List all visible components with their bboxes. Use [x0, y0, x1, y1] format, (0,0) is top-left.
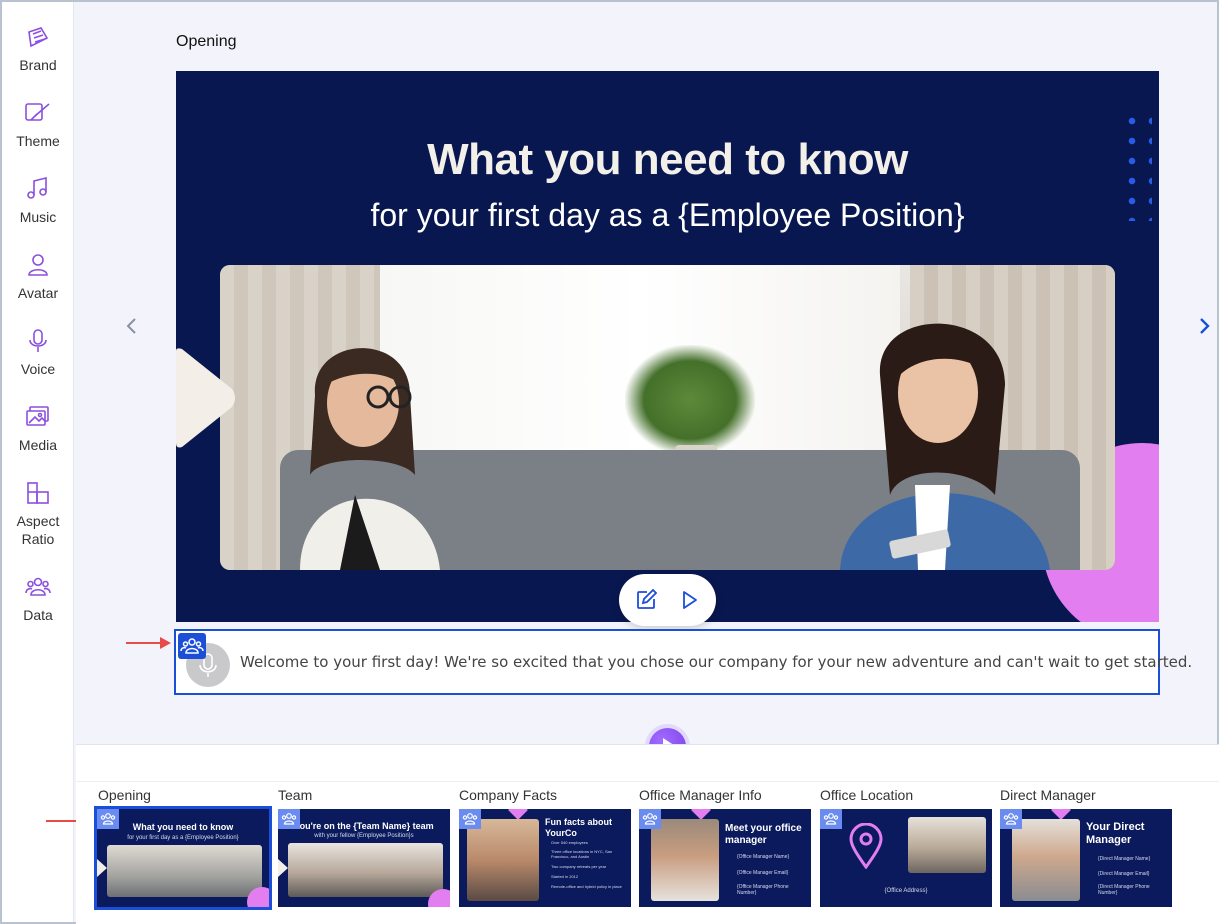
scene-thumbnail-opening[interactable]: What you need to know for your first day…	[94, 806, 272, 910]
data-icon	[25, 577, 51, 596]
sidebar-item-label: Brand	[19, 57, 57, 73]
brand-icon	[28, 27, 49, 48]
media-icon	[26, 406, 49, 426]
thumb-list-item: Over 540 employees	[551, 840, 588, 845]
thumb-list-item: {Office Manager Email}	[737, 870, 789, 876]
thumb-list-item: {Office Manager Name}	[737, 854, 790, 860]
sidebar-item-theme[interactable]: Theme	[2, 100, 74, 150]
data-icon	[180, 638, 204, 654]
sidebar-item-label: Avatar	[17, 285, 59, 301]
location-pin-icon	[849, 823, 883, 869]
data-icon	[823, 813, 839, 825]
slide-photo[interactable]	[220, 265, 1115, 570]
data-icon	[100, 813, 116, 825]
sidebar-item-label: Data	[23, 607, 53, 623]
data-icon	[642, 813, 658, 825]
scene-thumbnail-team[interactable]: You're on the {Team Name} team with your…	[278, 809, 450, 907]
thumb-data-badge	[820, 809, 842, 829]
sidebar-item-voice[interactable]: Voice	[2, 328, 74, 378]
scene-label-team: Team	[278, 787, 313, 803]
thumb-list-item: {Direct Manager Name}	[1098, 856, 1151, 862]
thumb-list-item: {Office Manager Phone Number}	[737, 884, 789, 896]
thumb-list-item: Remote-office and hybrid policy in place	[551, 884, 622, 889]
scene-label-office-manager-info: Office Manager Info	[639, 787, 762, 803]
sidebar-item-label: Music	[19, 209, 57, 225]
thumb-list-item: {Direct Manager Phone Number}	[1098, 884, 1150, 896]
slide-heading[interactable]: What you need to know	[176, 135, 1159, 185]
photo-person-right	[840, 323, 1050, 570]
sidebar-item-media[interactable]: Media	[2, 404, 74, 454]
photo-plant	[625, 345, 755, 455]
sidebar-item-label: Aspect Ratio	[16, 513, 60, 547]
scene-label-direct-manager: Direct Manager	[1000, 787, 1096, 803]
data-icon	[281, 813, 297, 825]
theme-icon	[25, 103, 50, 121]
thumb-list-item: {Direct Manager Email}	[1098, 871, 1150, 877]
data-icon	[462, 813, 478, 825]
thumb-title: What you need to know	[132, 822, 234, 832]
sidebar-item-data[interactable]: Data	[2, 574, 74, 624]
thumb-title: Meet your office manager	[725, 823, 802, 846]
sidebar: Brand Theme Music Avatar Voice Media Asp…	[2, 2, 74, 922]
script-editor[interactable]: Welcome to your first day! We're so exci…	[174, 629, 1192, 695]
annotation-arrow-icon	[126, 637, 171, 649]
thumb-data-badge	[278, 809, 300, 829]
voice-icon	[29, 329, 47, 352]
thumb-photo	[651, 819, 719, 901]
scene-thumbnail-direct-manager[interactable]: Your Direct Manager {Direct Manager Name…	[1000, 809, 1172, 907]
thumb-data-badge	[639, 809, 661, 829]
thumb-title: Your Direct Manager	[1086, 821, 1145, 846]
scene-title: Opening	[176, 33, 237, 50]
sidebar-item-label: Theme	[16, 133, 60, 149]
next-scene-arrow-icon[interactable]	[1192, 314, 1216, 338]
sidebar-item-label: Media	[18, 437, 58, 453]
sidebar-item-aspect-ratio[interactable]: Aspect Ratio	[2, 480, 74, 548]
photo-person-left	[300, 348, 440, 570]
thumb-photo	[1012, 819, 1080, 901]
thumb-title: You're on the {Team Name} team	[294, 821, 434, 831]
scene-thumbnail-company-facts[interactable]: Fun facts about YourCo Over 540 employee…	[459, 809, 631, 907]
thumb-photo	[107, 845, 262, 897]
thumb-photo	[288, 843, 443, 897]
scene-label-office-location: Office Location	[820, 787, 914, 803]
thumb-caption: {Office Address}	[884, 888, 928, 894]
scene-label-company-facts: Company Facts	[459, 787, 558, 803]
sidebar-item-music[interactable]: Music	[2, 176, 74, 226]
thumb-data-badge	[1000, 809, 1022, 829]
decorative-play-shape	[176, 348, 235, 448]
thumb-data-badge	[459, 809, 481, 829]
thumb-subtitle: with your fellow {Employee Position}s	[314, 833, 414, 839]
slide-subheading[interactable]: for your first day as a {Employee Positi…	[176, 197, 1159, 234]
music-icon	[27, 176, 47, 199]
play-scene-icon[interactable]	[677, 588, 701, 612]
data-icon	[1003, 813, 1019, 825]
scene-timeline: Opening Team Company Facts Office Manage…	[76, 744, 1219, 924]
timeline-divider	[76, 781, 1219, 782]
thumb-list-item: Three office locations in NYC, San Franc…	[551, 849, 613, 859]
scene-thumbnail-office-manager-info[interactable]: Meet your office manager {Office Manager…	[639, 809, 811, 907]
thumb-photo	[467, 819, 539, 901]
scene-thumbnail-office-location[interactable]: {Office Address}	[820, 809, 992, 907]
slide-canvas[interactable]: What you need to know for your first day…	[176, 71, 1159, 622]
thumb-subtitle: for your first day as a {Employee Positi…	[127, 835, 239, 841]
sidebar-item-brand[interactable]: Brand	[2, 24, 74, 74]
thumb-play-shape	[97, 859, 107, 877]
thumb-photo	[908, 817, 986, 873]
thumb-list-item: Two company retreats per year	[551, 864, 607, 869]
previous-scene-arrow-icon[interactable]	[120, 314, 144, 338]
script-text[interactable]: Welcome to your first day! We're so exci…	[240, 653, 1192, 671]
edit-icon[interactable]	[634, 588, 658, 612]
scene-label-opening: Opening	[98, 787, 151, 803]
thumb-title: Fun facts about YourCo	[545, 817, 612, 838]
sidebar-item-avatar[interactable]: Avatar	[2, 252, 74, 302]
thumb-play-shape	[278, 859, 288, 877]
thumb-data-badge	[97, 809, 119, 829]
avatar-icon	[28, 254, 48, 276]
sidebar-item-label: Voice	[20, 361, 56, 377]
aspect-ratio-icon	[27, 482, 49, 504]
data-source-badge[interactable]	[178, 633, 206, 659]
slide-toolbar	[619, 574, 716, 626]
thumb-list-item: Started in 2012	[551, 874, 579, 879]
